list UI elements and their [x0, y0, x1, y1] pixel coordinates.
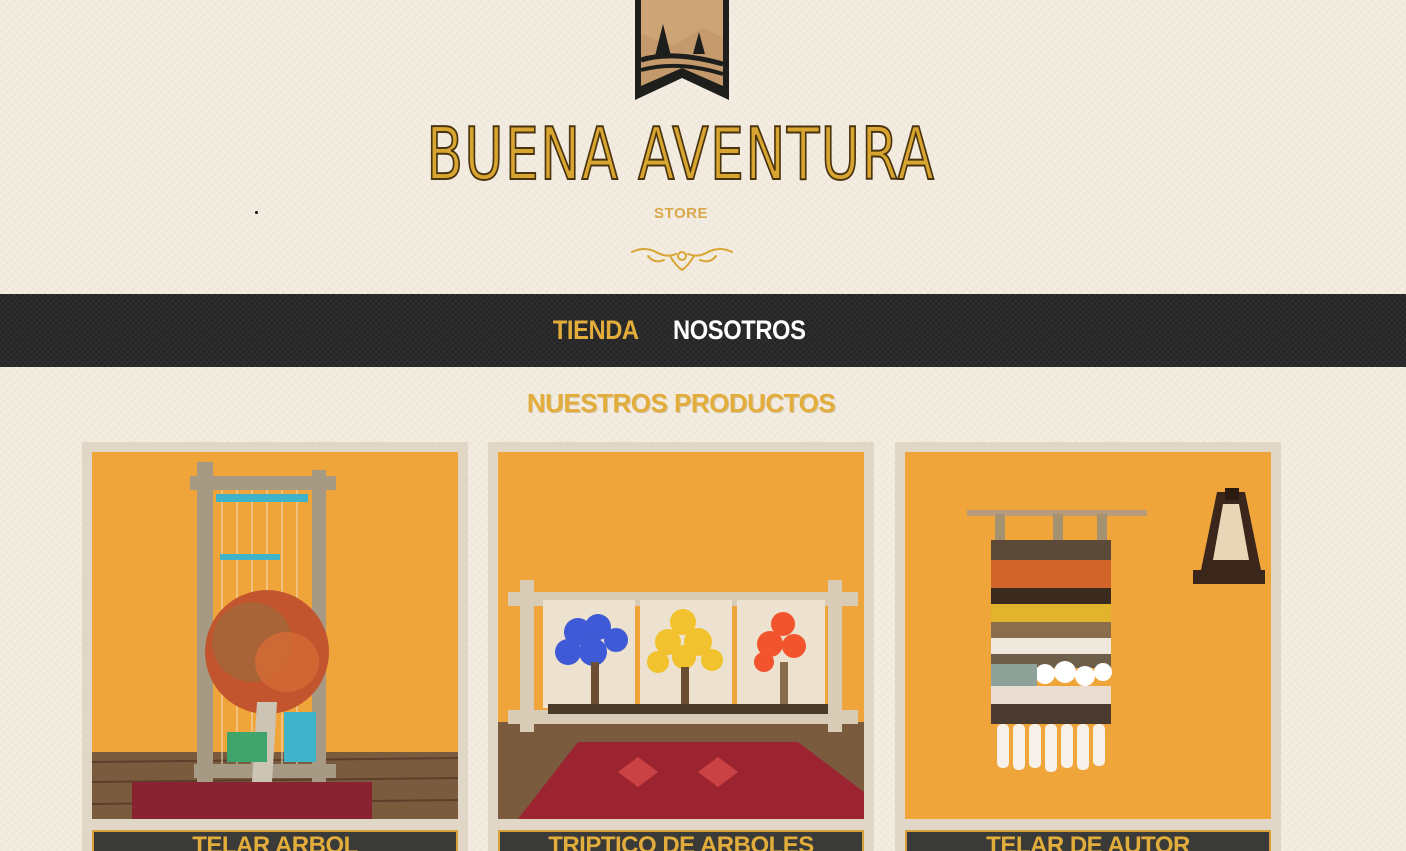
main-navbar: TIENDA NOSOTROS [0, 294, 1406, 367]
ornament-divider-icon [631, 248, 733, 272]
site-header: BUENA AVENTURA STORE [0, 0, 1406, 294]
product-card[interactable]: TELAR DE AUTOR [895, 442, 1281, 851]
mountain-logo-icon[interactable] [633, 0, 731, 102]
brand-title: BUENA AVENTURA [426, 111, 936, 197]
product-name[interactable]: TRIPTICO DE ARBOLES [498, 830, 864, 851]
product-image[interactable] [92, 452, 458, 819]
section-title: NUESTROS PRODUCTOS [526, 388, 836, 418]
brand-subtitle: STORE [654, 205, 708, 222]
product-image[interactable] [905, 452, 1271, 819]
nav-item-tienda[interactable]: TIENDA [553, 315, 639, 346]
product-name[interactable]: TELAR DE AUTOR [905, 830, 1271, 851]
product-name[interactable]: TELAR ARBOL [92, 830, 458, 851]
product-card[interactable]: TELAR ARBOL [82, 442, 468, 851]
nav-item-nosotros[interactable]: NOSOTROS [674, 315, 807, 346]
product-image[interactable] [498, 452, 864, 819]
product-card[interactable]: TRIPTICO DE ARBOLES [488, 442, 874, 851]
stray-dot [255, 211, 258, 214]
